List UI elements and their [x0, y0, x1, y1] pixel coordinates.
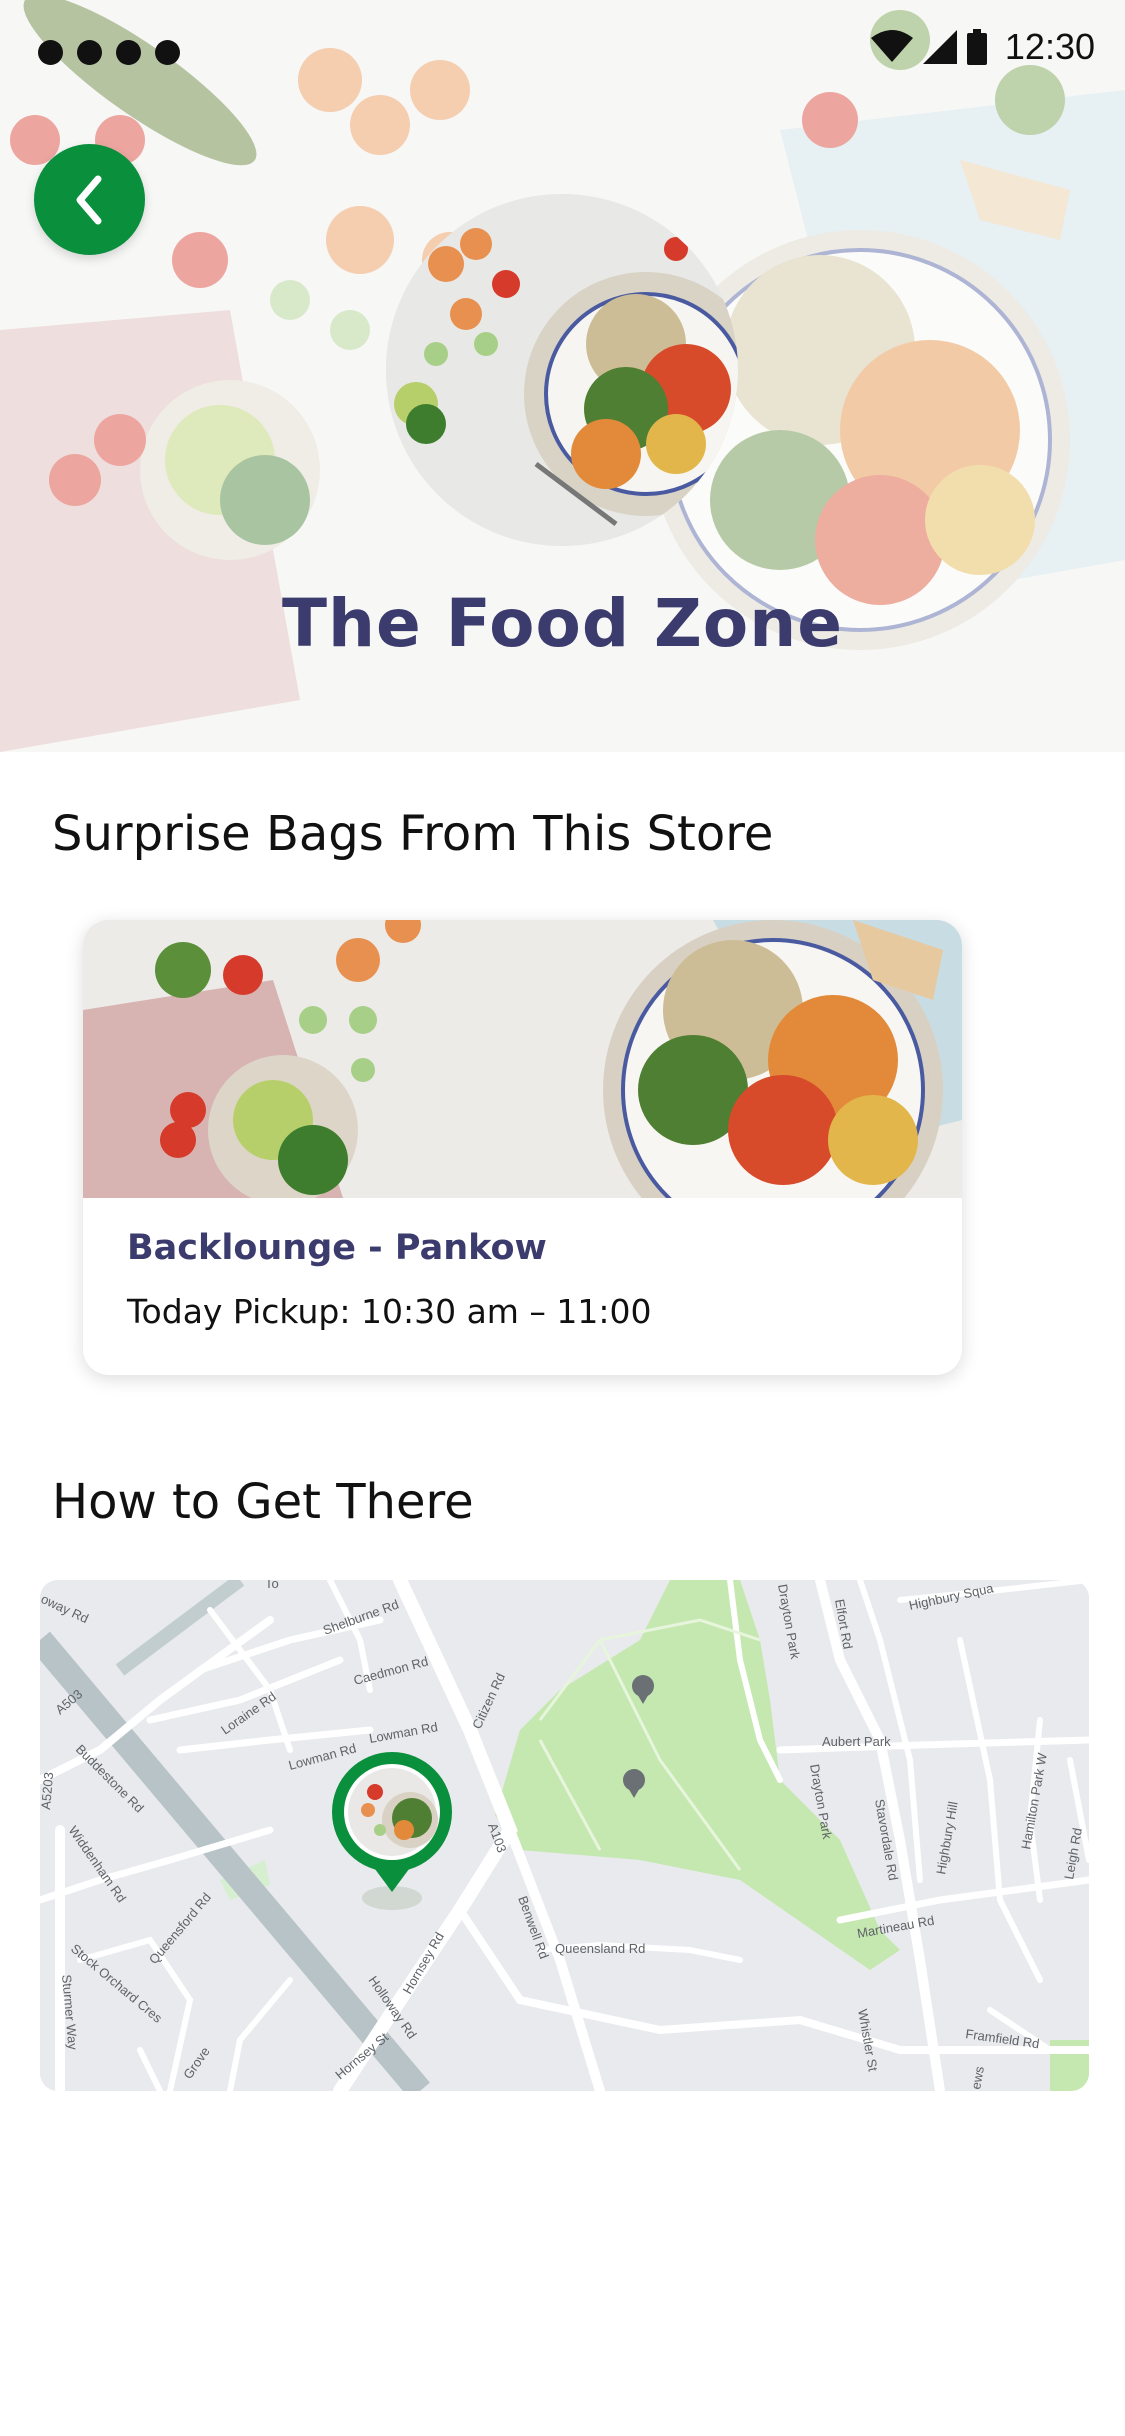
- store-hero: 12:30 The Food Zone: [0, 0, 1125, 752]
- directions-heading: How to Get There: [52, 1474, 474, 1530]
- surprise-bags-heading: Surprise Bags From This Store: [52, 806, 774, 862]
- signal-icon: [922, 30, 957, 64]
- store-name-title: The Food Zone: [281, 585, 843, 662]
- chevron-left-icon: [76, 175, 101, 224]
- map-label: Aubert Park: [822, 1734, 891, 1749]
- status-time: 12:30: [1004, 26, 1095, 67]
- map-label: Queensland Rd: [555, 1941, 645, 1956]
- map-label: To: [265, 1580, 279, 1591]
- wifi-icon: [870, 30, 913, 62]
- bag-store-name: Backlounge - Pankow: [127, 1228, 547, 1268]
- store-logo-image: [386, 194, 738, 546]
- bag-pickup-time: Today Pickup: 10:30 am – 11:00: [127, 1292, 652, 1331]
- back-button[interactable]: [34, 144, 145, 255]
- surprise-bag-image: [83, 920, 962, 1260]
- location-map[interactable]: oway Rd A503 A5203 Buddestone Rd Widdenh…: [40, 1580, 1089, 2091]
- status-bar: 12:30: [0, 0, 1125, 100]
- battery-icon: [966, 29, 987, 65]
- surprise-bag-card[interactable]: Backlounge - Pankow Today Pickup: 10:30 …: [83, 920, 962, 1375]
- carrier-dots-icon: [38, 40, 180, 65]
